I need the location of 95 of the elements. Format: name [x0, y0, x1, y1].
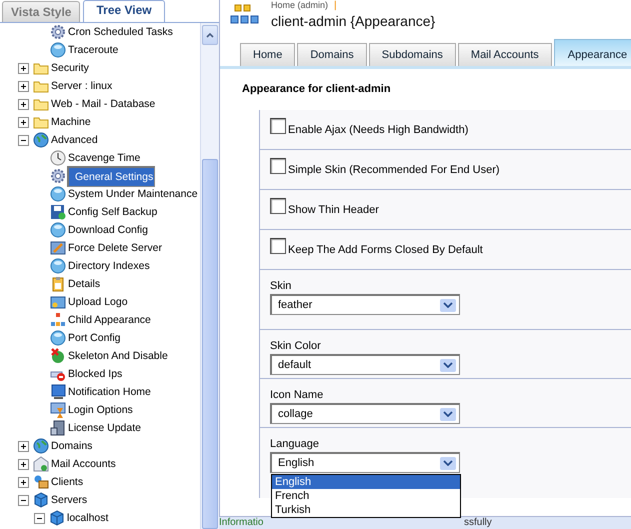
expand-toggle[interactable] — [18, 80, 29, 92]
checkbox[interactable] — [270, 238, 286, 254]
status-label: Informatio — [219, 517, 264, 528]
tree-item[interactable]: Config Self Backup — [67, 206, 158, 218]
chevron-down-icon — [440, 298, 456, 312]
image-icon — [50, 294, 66, 310]
page-title: client-admin {Appearance} — [271, 13, 436, 29]
chevron-down-icon — [440, 358, 456, 372]
monitor-icon — [50, 384, 66, 400]
dropdown-option[interactable]: French — [272, 489, 460, 503]
cube-icon — [33, 492, 49, 508]
tab[interactable]: Subdomains — [368, 43, 456, 66]
tree-item[interactable]: Servers — [50, 494, 88, 506]
tree-item[interactable]: General Settings — [67, 166, 156, 186]
expand-toggle[interactable] — [18, 98, 29, 110]
hourglass-icon — [50, 402, 66, 418]
cube-icon — [49, 510, 65, 526]
sidebar-tab[interactable]: Tree View — [83, 0, 165, 22]
collapse-toggle[interactable] — [18, 134, 29, 146]
chevron-down-icon — [440, 456, 456, 470]
breadcrumb-link[interactable]: Home (admin) — [271, 0, 328, 11]
tree-item[interactable]: Blocked Ips — [67, 368, 124, 380]
tree-item[interactable]: Directory Indexes — [67, 260, 151, 272]
gear-icon — [50, 168, 66, 184]
dropdown-option[interactable]: Turkish — [272, 503, 460, 517]
globe-icon — [33, 132, 49, 148]
tree-item[interactable]: Machine — [50, 116, 92, 128]
scroll-thumb[interactable] — [202, 159, 218, 529]
sphere-icon — [50, 222, 66, 238]
scroll-up-button[interactable] — [202, 25, 218, 45]
collapse-toggle[interactable] — [18, 494, 29, 506]
field-label: Icon Name — [270, 389, 324, 401]
tab[interactable]: Home — [240, 43, 296, 66]
field-label: Language — [270, 438, 320, 450]
tree-item[interactable]: Domains — [50, 440, 94, 452]
tree-item[interactable]: License Update — [67, 422, 142, 434]
tree-item[interactable]: Skeleton And Disable — [67, 350, 169, 362]
checkbox-label: Show Thin Header — [288, 204, 379, 216]
tree-item[interactable]: Cron Scheduled Tasks — [67, 26, 174, 38]
scrollbar[interactable] — [200, 23, 219, 529]
tab[interactable]: Mail Accounts — [458, 43, 552, 66]
breadcrumb-separator: | — [334, 0, 337, 11]
dropdown[interactable]: default — [270, 354, 460, 375]
dropdown[interactable]: feather — [270, 294, 460, 315]
checkbox-label: Simple Skin (Recommended For End User) — [288, 164, 500, 176]
tree-item[interactable]: Child Appearance — [67, 314, 152, 326]
sphere-icon — [50, 186, 66, 202]
chevron-up-icon — [206, 32, 214, 38]
sphere-icon — [50, 42, 66, 58]
server-icon — [50, 420, 66, 436]
chevron-down-icon — [440, 408, 456, 420]
expand-toggle[interactable] — [18, 62, 29, 74]
tree-item[interactable]: Web - Mail - Database — [50, 98, 156, 110]
tree-item[interactable]: Traceroute — [67, 44, 120, 56]
tree-item[interactable]: Download Config — [67, 224, 149, 236]
checkbox[interactable] — [270, 118, 286, 134]
dropdown[interactable]: collage — [270, 403, 460, 424]
checkbox-label: Keep The Add Forms Closed By Default — [288, 244, 483, 256]
expand-toggle[interactable] — [18, 116, 29, 128]
clock-icon — [50, 150, 66, 166]
tree-item[interactable]: Details — [67, 278, 102, 290]
tree-item[interactable]: System Under Maintenance — [67, 188, 199, 200]
section-title: Appearance for client-admin — [242, 83, 392, 95]
checkbox-label: Enable Ajax (Needs High Bandwidth) — [288, 124, 468, 136]
field-label: Skin — [270, 280, 292, 292]
tree-item[interactable]: Force Delete Server — [67, 242, 163, 254]
tree-item[interactable]: Scavenge Time — [67, 152, 142, 164]
globe-icon — [33, 438, 49, 454]
expand-toggle[interactable] — [18, 440, 29, 452]
tab[interactable]: Domains — [297, 43, 367, 66]
tree-item[interactable]: Login Options — [67, 404, 134, 416]
clipboard-icon — [50, 276, 66, 292]
tree-item[interactable]: Mail Accounts — [50, 458, 117, 470]
gear-icon — [50, 24, 66, 40]
tab[interactable]: Appearance — [554, 39, 631, 66]
status-message: ssfully — [464, 517, 492, 528]
hierarchy-icon — [50, 312, 66, 328]
tree-item[interactable]: Advanced — [50, 134, 99, 146]
checkbox[interactable] — [270, 198, 286, 214]
sphere-icon — [50, 330, 66, 346]
expand-toggle[interactable] — [18, 458, 29, 470]
collapse-toggle[interactable] — [34, 512, 45, 524]
checkbox[interactable] — [270, 158, 286, 174]
dropdown-option[interactable]: English — [272, 475, 460, 489]
sphere-icon — [50, 258, 66, 274]
tree-item[interactable]: Port Config — [67, 332, 122, 344]
dropdown[interactable]: English — [270, 452, 460, 473]
tree-item[interactable]: Notification Home — [67, 386, 152, 398]
tree-item[interactable]: Server : linux — [50, 80, 114, 92]
tree-item[interactable]: Clients — [50, 476, 84, 488]
tree-item[interactable]: localhost — [66, 512, 110, 524]
expand-toggle[interactable] — [18, 476, 29, 488]
field-label: Skin Color — [270, 340, 322, 352]
tree-item[interactable]: Upload Logo — [67, 296, 129, 308]
tree-item[interactable]: Security — [50, 62, 90, 74]
